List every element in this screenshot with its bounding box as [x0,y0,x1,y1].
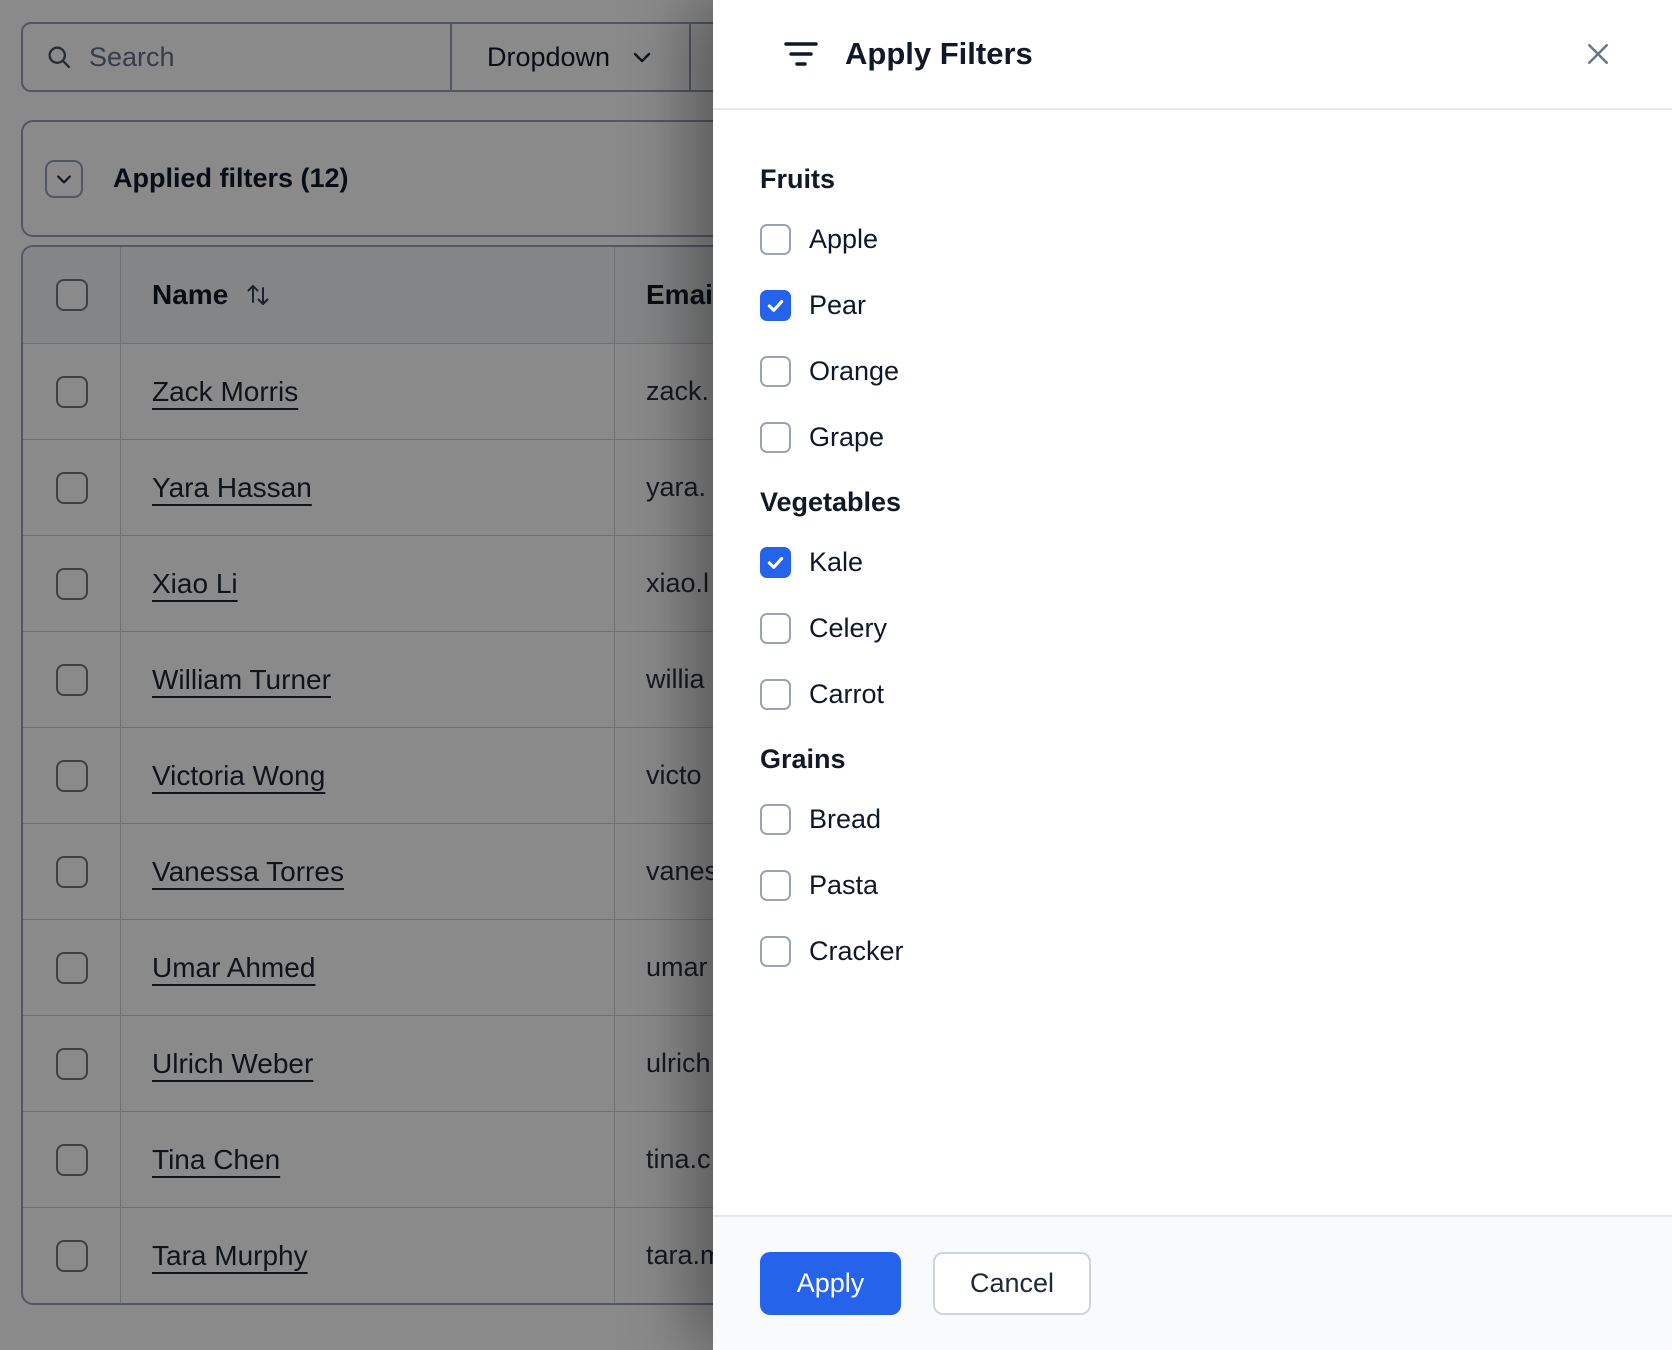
panel-title: Apply Filters [845,36,1033,71]
filter-option-label: Pear [809,289,867,320]
close-icon [1583,39,1613,69]
filter-checkbox[interactable] [760,223,791,255]
filter-option[interactable]: Bread [760,803,1632,835]
filter-option[interactable]: Pear [760,289,1632,321]
filter-section-heading: Grains [760,744,846,774]
panel-footer: Apply Cancel [713,1215,1672,1350]
filter-option-label: Orange [809,355,900,386]
filter-checkbox[interactable] [760,869,791,901]
filter-section: Vegetables Kale Celery Carrot [760,487,1632,710]
filter-option[interactable]: Orange [760,355,1632,387]
filter-section-heading: Fruits [760,164,836,194]
filter-option[interactable]: Apple [760,223,1632,255]
filter-section: Fruits Apple Pear Orange Grape [760,164,1632,453]
filter-checkbox-checked[interactable] [760,289,791,321]
filter-options: Apple Pear Orange Grape [760,223,1632,453]
filter-option[interactable]: Kale [760,546,1632,578]
panel-body: Fruits Apple Pear Orange Grape Vegetable… [713,110,1672,967]
filter-option-label: Bread [809,803,882,834]
filter-option-label: Cracker [809,935,904,966]
filter-checkbox[interactable] [760,803,791,835]
cancel-button[interactable]: Cancel [933,1252,1091,1315]
filter-checkbox-checked[interactable] [760,546,791,578]
panel-header: Apply Filters [713,0,1672,110]
filter-option[interactable]: Grape [760,421,1632,453]
filter-option[interactable]: Carrot [760,678,1632,710]
filter-option[interactable]: Cracker [760,935,1632,967]
filter-option-label: Carrot [809,678,885,709]
filter-options: Bread Pasta Cracker [760,803,1632,967]
filter-checkbox[interactable] [760,355,791,387]
filter-option-label: Celery [809,612,888,643]
apply-filters-panel: Apply Filters Fruits Apple Pear Orange G… [713,0,1672,1350]
filter-option[interactable]: Pasta [760,869,1632,901]
filter-option-label: Apple [809,223,879,254]
apply-button[interactable]: Apply [760,1252,901,1315]
filter-option-label: Pasta [809,869,879,900]
filter-option-label: Grape [809,421,885,452]
filter-checkbox[interactable] [760,935,791,967]
filter-checkbox[interactable] [760,612,791,644]
filter-checkbox[interactable] [760,678,791,710]
filter-option-label: Kale [809,546,864,577]
filter-section-heading: Vegetables [760,487,902,517]
filter-checkbox[interactable] [760,421,791,453]
filter-option[interactable]: Celery [760,612,1632,644]
close-button[interactable] [1576,32,1620,76]
filter-lines-icon [783,39,819,69]
filter-section: Grains Bread Pasta Cracker [760,744,1632,967]
filter-options: Kale Celery Carrot [760,546,1632,710]
